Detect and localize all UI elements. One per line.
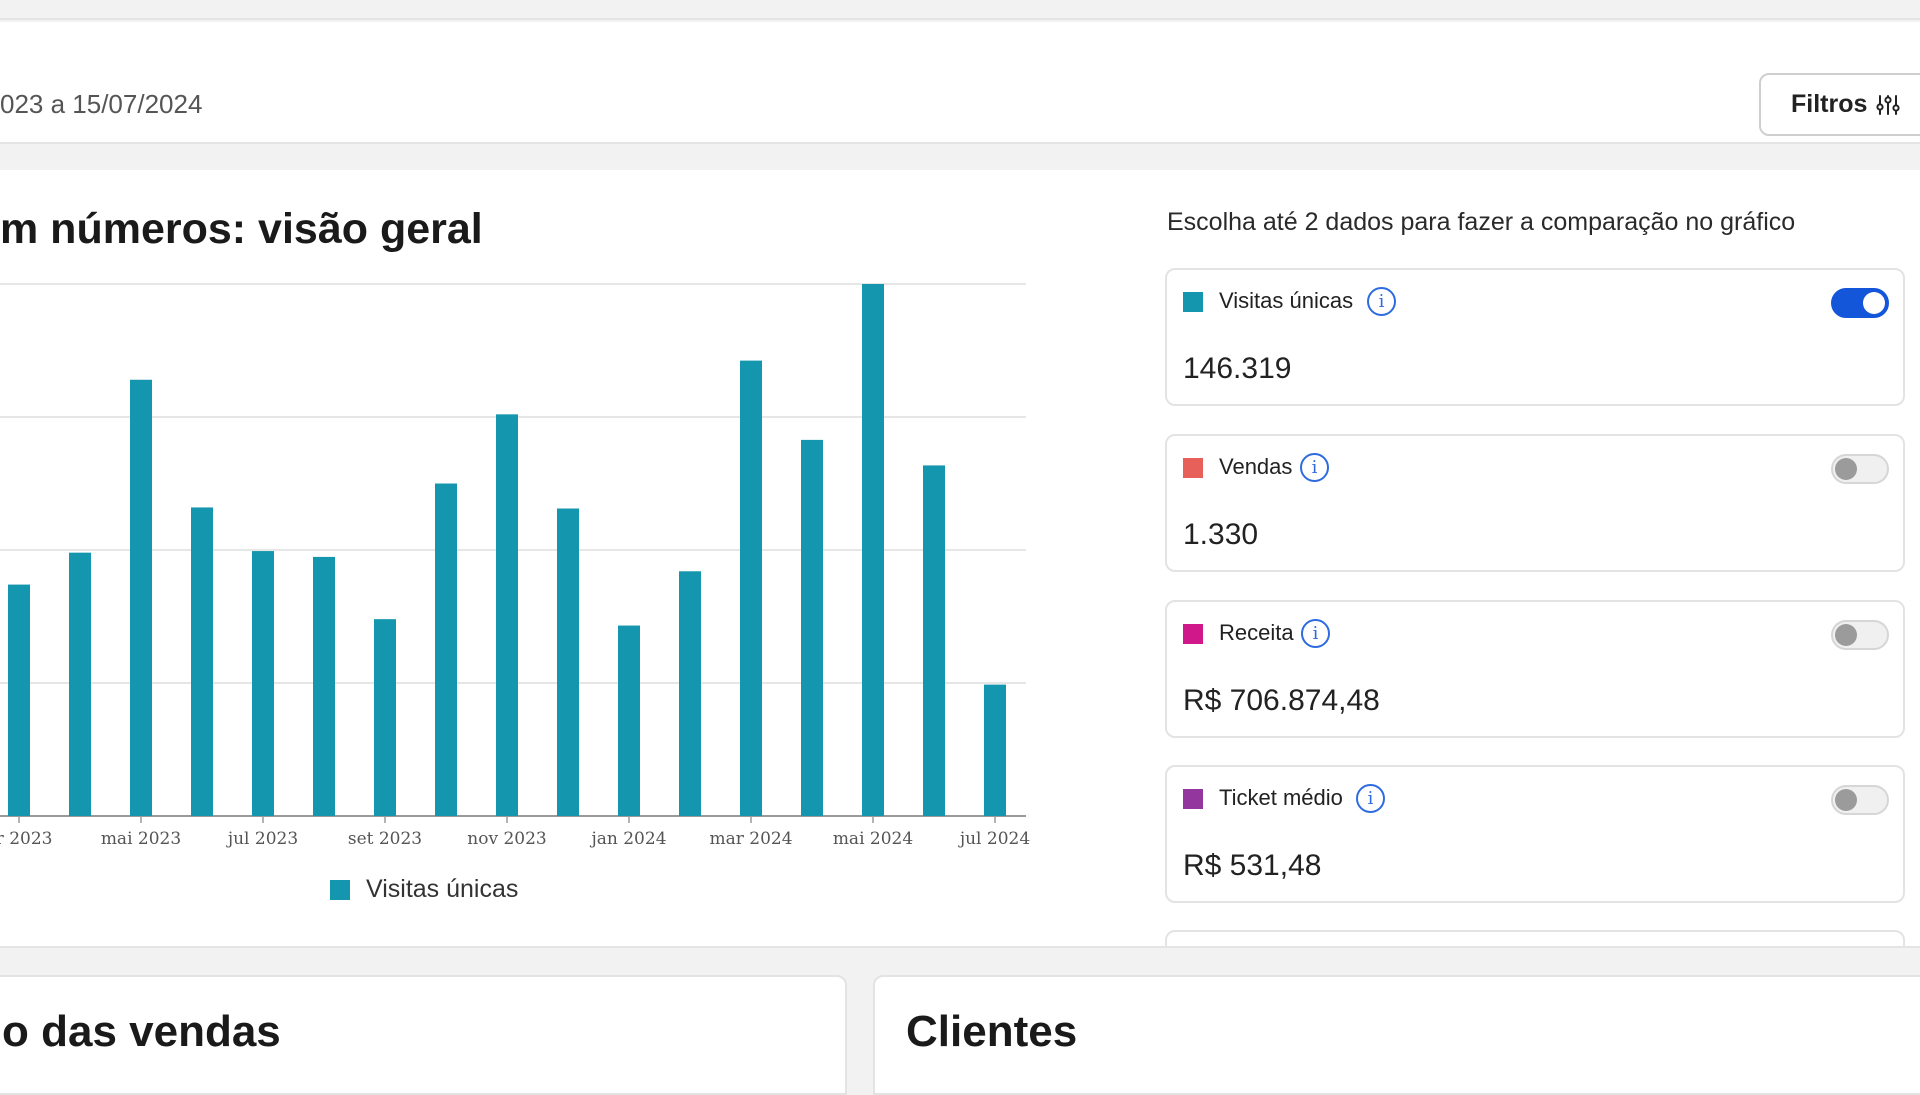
bar[interactable] — [435, 483, 457, 817]
metric-card-next[interactable] — [1165, 930, 1905, 946]
bar[interactable] — [618, 625, 640, 816]
clients-card-title: Clientes — [906, 1007, 1078, 1056]
toggle-knob — [1835, 789, 1857, 811]
metric-card-vendas[interactable]: Vendas i 1.330 — [1165, 434, 1905, 572]
date-range-text: 023 a 15/07/2024 — [0, 89, 203, 119]
bar[interactable] — [923, 465, 945, 816]
x-tick-label: jul 2023 — [226, 829, 298, 849]
metric-card-ticket-medio[interactable]: Ticket médio i R$ 531,48 — [1165, 765, 1905, 903]
filters-button-label: Filtros — [1791, 90, 1868, 118]
sliders-icon — [1876, 94, 1901, 115]
x-tick-label: nov 2023 — [467, 829, 546, 849]
clients-card: Clientes — [873, 975, 1920, 1095]
bar[interactable] — [8, 584, 30, 816]
overview-panel: ar 2023 mai 2023 jul 2023 set 2023 nov 2023 j… — [0, 170, 1920, 948]
bar[interactable] — [557, 508, 579, 816]
legend-swatch — [330, 879, 350, 900]
bar[interactable] — [191, 507, 213, 816]
x-tick-label: set 2023 — [348, 829, 422, 849]
bar[interactable] — [801, 439, 823, 816]
metric-value: 146.319 — [1183, 352, 1292, 385]
filters-button[interactable]: Filtros — [1759, 73, 1920, 136]
metric-color-swatch — [1183, 624, 1203, 644]
x-tick-label: mai 2024 — [833, 829, 913, 849]
top-strip — [0, 0, 1920, 20]
bar[interactable] — [496, 414, 518, 816]
info-icon[interactable]: i — [1356, 784, 1385, 813]
toggle-knob — [1835, 624, 1857, 646]
metric-value: R$ 706.874,48 — [1183, 684, 1380, 717]
bar[interactable] — [984, 684, 1006, 816]
metric-value: 1.330 — [1183, 518, 1259, 551]
chart-legend[interactable]: Visitas únicas — [330, 875, 518, 904]
bar[interactable] — [313, 556, 335, 816]
metric-toggle[interactable] — [1831, 620, 1889, 650]
info-icon[interactable]: i — [1301, 619, 1330, 648]
metric-color-swatch — [1183, 292, 1203, 312]
compare-hint: Escolha até 2 dados para fazer a compara… — [1167, 208, 1796, 236]
metric-color-swatch — [1183, 789, 1203, 809]
toggle-knob — [1835, 458, 1857, 480]
bar[interactable] — [374, 619, 396, 816]
bar[interactable] — [130, 379, 152, 816]
sales-card-title: o das vendas — [2, 1007, 281, 1056]
x-tick-label: jul 2024 — [958, 829, 1030, 849]
metric-name: Receita — [1219, 620, 1294, 645]
legend-label: Visitas únicas — [366, 875, 519, 903]
info-icon[interactable]: i — [1367, 287, 1396, 316]
bar[interactable] — [252, 551, 274, 816]
x-tick-label: mai 2023 — [101, 829, 181, 849]
x-tick-label: ar 2023 — [0, 829, 52, 849]
metric-name: Vendas — [1219, 454, 1293, 479]
metric-name: Ticket médio — [1219, 785, 1343, 810]
sales-card: o das vendas — [0, 975, 847, 1095]
metric-toggle[interactable] — [1831, 785, 1889, 815]
x-tick-label: mar 2024 — [709, 829, 792, 849]
metric-card-visitas[interactable]: Visitas únicas i 146.319 — [1165, 268, 1905, 406]
x-tick-label: jan 2024 — [589, 829, 666, 849]
visits-bar-chart: ar 2023 mai 2023 jul 2023 set 2023 nov 2023 j… — [0, 283, 1030, 849]
overview-title: m números: visão geral — [0, 205, 483, 253]
bar[interactable] — [69, 552, 91, 816]
metric-toggle[interactable] — [1831, 454, 1889, 484]
metric-card-receita[interactable]: Receita i R$ 706.874,48 — [1165, 600, 1905, 738]
filter-bar: 023 a 15/07/2024 Filtros — [0, 22, 1920, 144]
toggle-knob — [1863, 292, 1885, 314]
metric-value: R$ 531,48 — [1183, 849, 1322, 882]
metric-toggle[interactable] — [1831, 288, 1889, 318]
metric-name: Visitas únicas — [1219, 288, 1354, 313]
bar[interactable] — [862, 284, 884, 816]
bar[interactable] — [740, 360, 762, 816]
metric-color-swatch — [1183, 458, 1203, 478]
bar[interactable] — [679, 571, 701, 816]
info-icon[interactable]: i — [1300, 453, 1329, 482]
chart-area: ar 2023 mai 2023 jul 2023 set 2023 nov 2023 j… — [0, 170, 1040, 946]
